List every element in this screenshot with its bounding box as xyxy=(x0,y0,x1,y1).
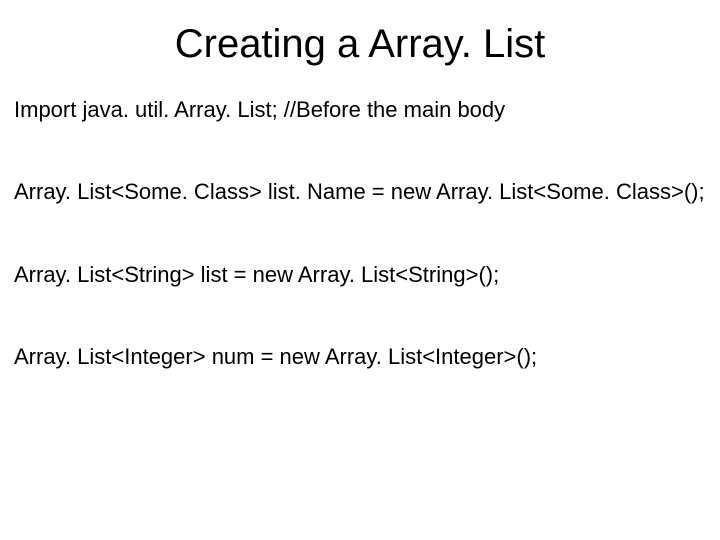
slide-body: Import java. util. Array. List; //Before… xyxy=(0,77,720,371)
code-line: Import java. util. Array. List; //Before… xyxy=(14,97,706,123)
slide-title: Creating a Array. List xyxy=(0,0,720,77)
code-line: Array. List<String> list = new Array. Li… xyxy=(14,262,706,288)
slide: Creating a Array. List Import java. util… xyxy=(0,0,720,540)
code-line: Array. List<Integer> num = new Array. Li… xyxy=(14,344,706,370)
code-line: Array. List<Some. Class> list. Name = ne… xyxy=(14,179,706,205)
